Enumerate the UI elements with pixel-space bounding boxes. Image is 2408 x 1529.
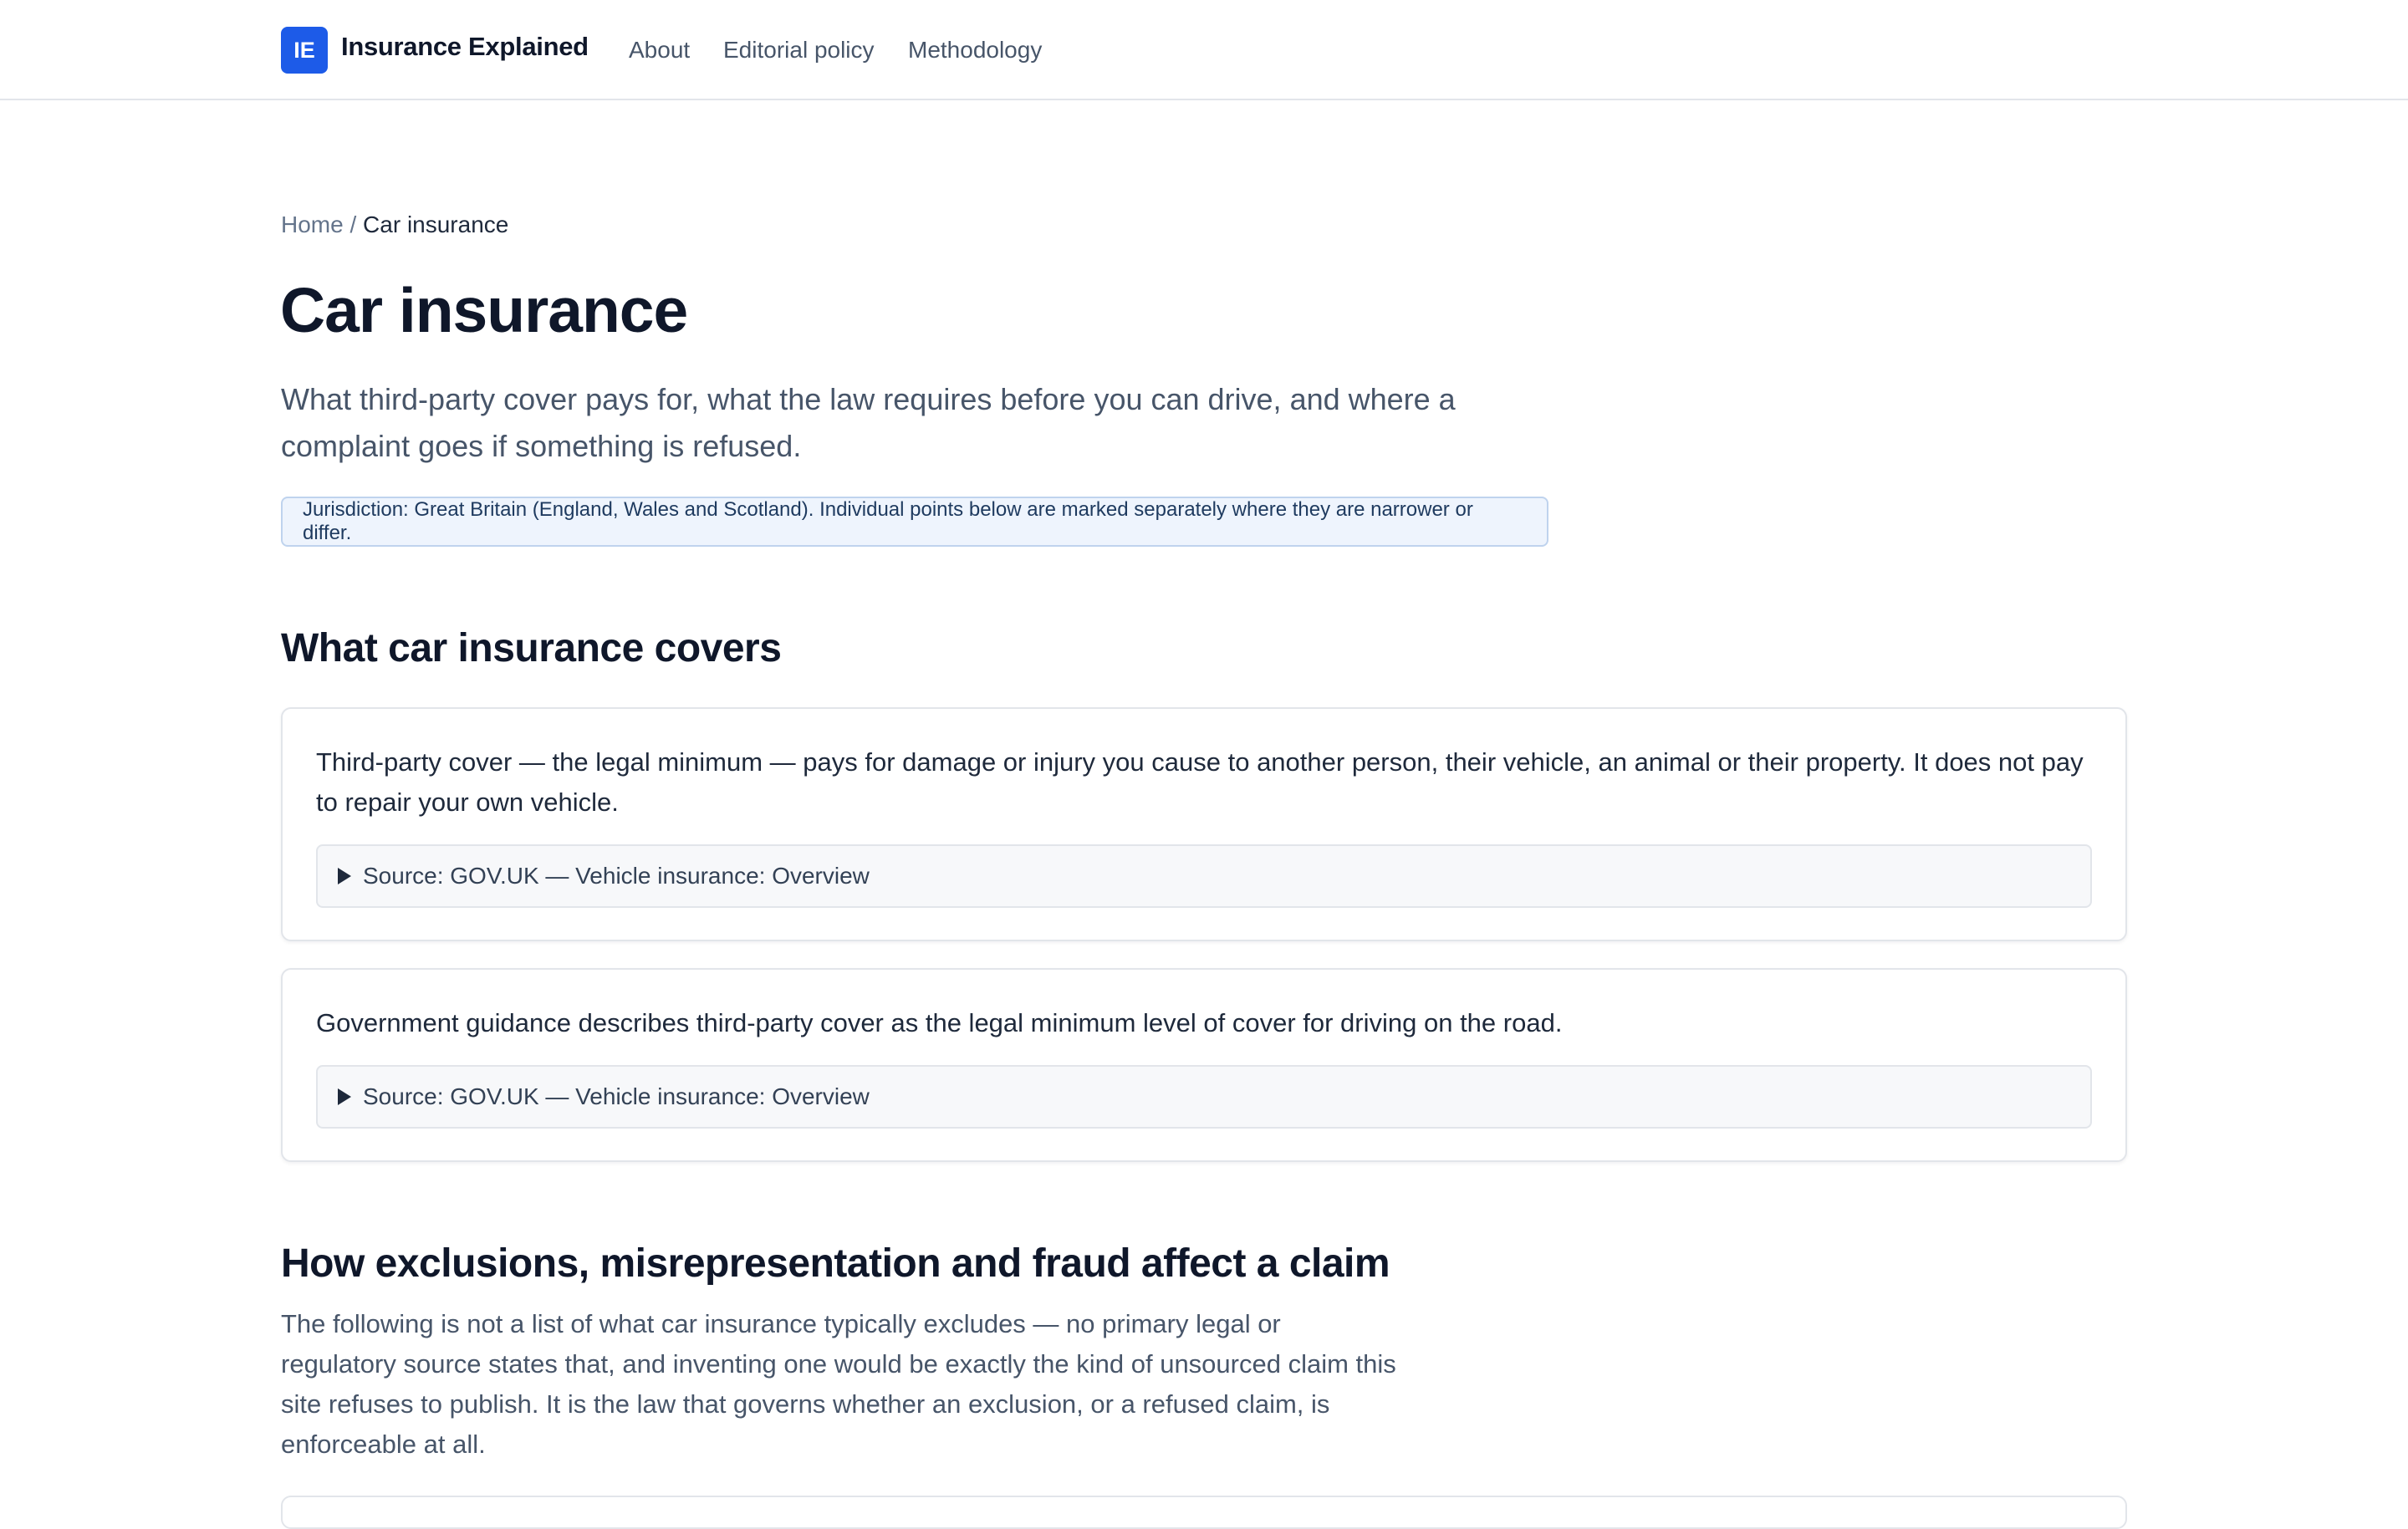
site-name-link[interactable]: Insurance Explained [341,32,589,62]
breadcrumb-current: Car insurance [363,212,509,237]
claim-card: Government guidance describes third-part… [281,968,2127,1162]
jurisdiction-notice: Jurisdiction: Great Britain (England, Wa… [281,497,1548,547]
source-disclosure-toggle[interactable]: Source: GOV.UK — Vehicle insurance: Over… [316,844,2092,908]
source-label: Source: GOV.UK — Vehicle insurance: Over… [363,863,870,889]
page-title: Car insurance [280,275,688,345]
section-heading-covers: What car insurance covers [281,626,782,670]
nav-methodology-link[interactable]: Methodology [908,37,1042,64]
disclosure-triangle-icon [338,1088,351,1105]
nav-editorial-policy-link[interactable]: Editorial policy [723,37,875,64]
source-label: Source: GOV.UK — Vehicle insurance: Over… [363,1083,870,1109]
claim-text: Third-party cover — the legal minimum — … [316,747,2084,817]
page-lede: What third-party cover pays for, what th… [281,382,1456,463]
claim-card: Third-party cover — the legal minimum — … [281,707,2127,941]
claim-text: Government guidance describes third-part… [316,1008,1563,1037]
section-heading-exclusions: How exclusions, misrepresentation and fr… [281,1241,1390,1286]
breadcrumb: Home / Car insurance [281,212,508,238]
breadcrumb-separator: / [349,212,357,237]
nav-about-link[interactable]: About [629,37,690,64]
source-disclosure-toggle[interactable]: Source: GOV.UK — Vehicle insurance: Over… [316,1065,2092,1129]
site-header: IE Insurance Explained About Editorial p… [0,0,2408,100]
disclosure-triangle-icon [338,868,351,884]
section-intro-paragraph: The following is not a list of what car … [281,1309,1396,1459]
next-claim-card [281,1496,2127,1529]
site-logo-icon[interactable]: IE [281,27,328,74]
breadcrumb-home-link[interactable]: Home [281,212,344,237]
